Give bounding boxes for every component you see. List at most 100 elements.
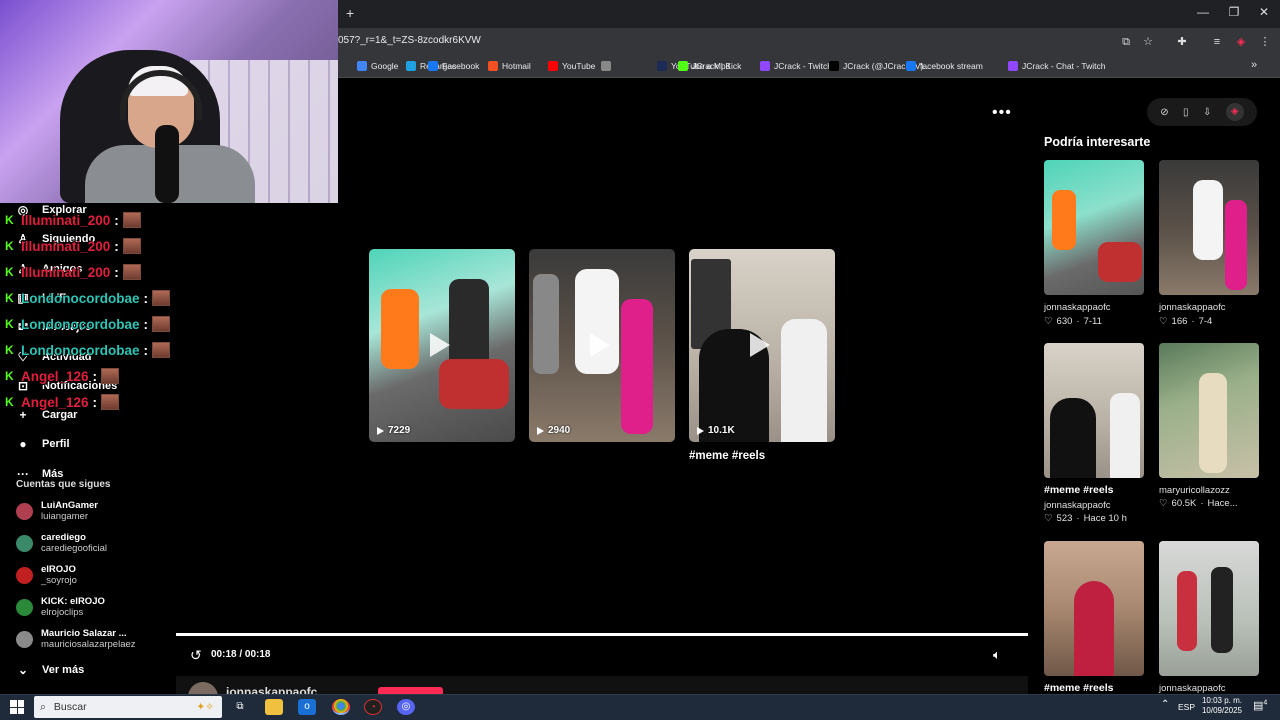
rec-caption[interactable]: #meme #reels <box>1044 682 1113 694</box>
bookmark-item[interactable]: Facebook <box>428 58 479 74</box>
account-name: carediego <box>41 531 86 543</box>
see-more-button[interactable]: ⌄ Ver más <box>16 660 84 680</box>
clock-time: 10:03 p. m. <box>1201 696 1243 705</box>
video1-motorbike <box>439 359 509 409</box>
followed-account[interactable]: LuiAnGamer luiangamer <box>16 495 98 527</box>
video1-figure-a <box>381 289 419 369</box>
reading-list-icon[interactable]: ≡ <box>1210 35 1224 49</box>
related-video-2[interactable]: 2940 <box>529 249 675 442</box>
followed-account[interactable]: KICK: elROJO elrojoclips <box>16 591 105 623</box>
account-handle: elrojoclips <box>41 607 84 618</box>
chat-separator: : <box>143 342 149 358</box>
related-video-3[interactable]: 10.1K <box>689 249 835 442</box>
download-icon[interactable]: ⇩ <box>1203 107 1211 118</box>
extension-shield-icon[interactable]: ◈ <box>1234 35 1248 49</box>
rec6-figure-a <box>1177 571 1197 651</box>
rec-date: Hace... <box>1207 498 1238 509</box>
recommended-video-5[interactable] <box>1044 541 1144 676</box>
rec-date: 7-11 <box>1083 316 1102 327</box>
sidebar-item-perfil[interactable]: ● Perfil <box>16 434 69 454</box>
restore-button[interactable]: ❐ <box>1224 5 1244 21</box>
rec-dot: · <box>1076 513 1080 524</box>
file-explorer-icon[interactable] <box>265 699 283 715</box>
link-icon[interactable]: ⊘ <box>1160 107 1168 118</box>
bookmark-label: Hotmail <box>502 61 531 71</box>
rec-author[interactable]: jonnaskappaofc <box>1159 683 1226 694</box>
followed-account[interactable]: Mauricio Salazar ... mauriciosalazarpelae… <box>16 623 136 655</box>
chat-message: K Illuminati_200: <box>5 211 141 229</box>
rec-author[interactable]: maryuricollazozz <box>1159 485 1230 496</box>
more-options-button[interactable]: ••• <box>992 104 1012 122</box>
avatar <box>16 534 33 552</box>
chat-emote-icon <box>122 264 141 280</box>
task-view-icon[interactable]: ⧉ <box>231 699 249 715</box>
chrome-icon[interactable] <box>332 699 350 715</box>
new-tab-button[interactable]: + <box>346 5 354 21</box>
bookmark-item[interactable]: JCrack - Twitch <box>760 58 832 74</box>
browser-menu-icon[interactable]: ⋮ <box>1258 35 1272 49</box>
extension-icon[interactable]: ◈ <box>1225 103 1244 121</box>
bookmark-item[interactable]: YouTube <box>548 58 595 74</box>
recommended-video-1[interactable] <box>1044 160 1144 295</box>
recommended-video-6[interactable] <box>1159 541 1259 676</box>
discord-icon[interactable]: ◎ <box>397 699 415 715</box>
video1-figure-b <box>449 279 489 369</box>
minimize-button[interactable]: — <box>1193 5 1213 21</box>
chat-message: K Londonocordobae: <box>5 315 170 333</box>
bookmark-item[interactable]: Google <box>357 58 398 74</box>
related-video-1[interactable]: 7229 <box>369 249 515 442</box>
bookmark-item[interactable]: facebook stream <box>906 58 983 74</box>
windows-start-icon[interactable] <box>10 700 24 714</box>
account-name: KICK: elROJO <box>41 595 105 607</box>
bookmark-item[interactable]: Hotmail <box>488 58 531 74</box>
recommended-video-3[interactable] <box>1044 343 1144 478</box>
recommended-video-4[interactable] <box>1159 343 1259 478</box>
phone-icon[interactable]: ▯ <box>1183 107 1189 118</box>
volume-icon[interactable]: 🔈︎ <box>993 647 1001 663</box>
notification-center-icon[interactable]: ▤4 <box>1253 699 1267 712</box>
bookmark-item[interactable]: JCrack | Kick <box>678 58 741 74</box>
rec-author[interactable]: jonnaskappaofc <box>1044 302 1111 313</box>
replay-icon[interactable]: ↺ <box>190 647 202 664</box>
taskbar-clock[interactable]: 10:03 p. m. 10/09/2025 <box>1200 696 1244 716</box>
kick-badge-icon: K <box>5 265 14 279</box>
kick-badge-icon: K <box>5 239 14 253</box>
followed-account[interactable]: elROJO _soyrojo <box>16 559 77 591</box>
extensions-icon[interactable]: ✚ <box>1175 35 1189 49</box>
close-window-button[interactable]: ✕ <box>1254 5 1274 21</box>
language-indicator[interactable]: ESP <box>1178 702 1195 712</box>
video-caption[interactable]: #meme #reels <box>689 450 765 462</box>
cast-icon[interactable]: ⧉ <box>1119 35 1133 49</box>
tray-chevron-icon[interactable]: ⌃ <box>1161 699 1169 710</box>
chat-message: K Illuminati_200: <box>5 237 141 255</box>
bookmark-star-icon[interactable]: ☆ <box>1141 35 1155 49</box>
obs-icon[interactable]: ◔ <box>364 699 382 715</box>
taskbar-search[interactable]: ⌕ Buscar ✦✧ <box>34 696 222 718</box>
rec1-figure <box>1052 190 1076 250</box>
account-text: LuiAnGamer luiangamer <box>41 500 98 523</box>
rec-author[interactable]: jonnaskappaofc <box>1159 302 1226 313</box>
rec-caption[interactable]: #meme #reels <box>1044 484 1113 496</box>
address-bar[interactable]: 057?_r=1&_t=ZS-8zcodkr6KVW <box>338 35 481 46</box>
rec-likes: 630 <box>1056 316 1073 327</box>
bookmark-icon <box>548 61 558 71</box>
rec-likes: 60.5K <box>1171 498 1197 509</box>
rec3-figure-b <box>1110 393 1140 478</box>
bookmark-icon <box>657 61 667 71</box>
view-count-value: 10.1K <box>708 425 735 436</box>
view-count: 2940 <box>537 425 570 436</box>
outlook-icon[interactable]: o <box>298 699 316 715</box>
views-icon <box>537 426 544 435</box>
chat-separator: : <box>92 394 98 410</box>
rec-author[interactable]: jonnaskappaofc <box>1044 500 1111 511</box>
bookmark-icon <box>829 61 839 71</box>
recommended-video-2[interactable] <box>1159 160 1259 295</box>
followed-account[interactable]: carediego carediegooficial <box>16 527 107 559</box>
bookmark-item[interactable] <box>601 58 615 74</box>
video-progress-bar[interactable] <box>176 633 1028 636</box>
bookmarks-overflow-button[interactable]: » <box>1251 59 1257 71</box>
bookmark-item[interactable]: JCrack - Chat - Twitch <box>1008 58 1105 74</box>
rec5-figure <box>1074 581 1114 676</box>
kick-badge-icon: K <box>5 369 14 383</box>
play-icon <box>430 333 450 357</box>
